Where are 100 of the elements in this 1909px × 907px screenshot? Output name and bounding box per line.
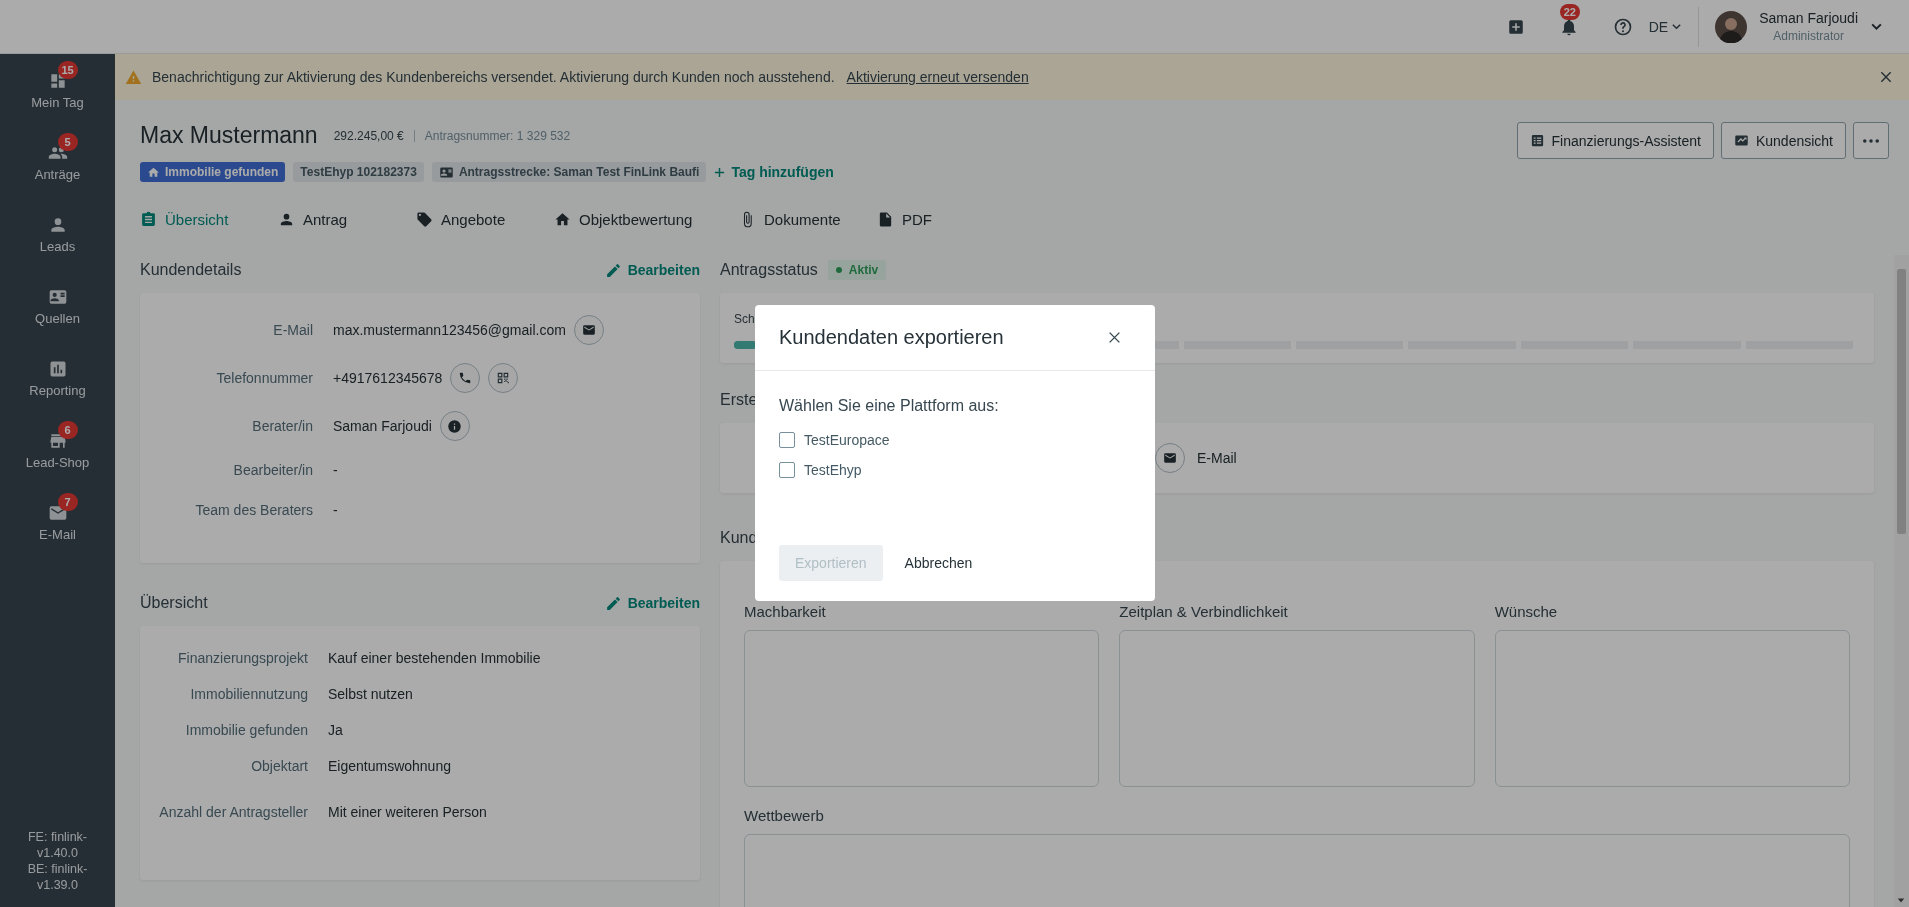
section-title: Übersicht	[140, 594, 208, 612]
house-icon	[554, 210, 571, 228]
tab[interactable]: Objektbewertung	[554, 210, 739, 228]
field-value: -	[333, 502, 338, 518]
edit-link[interactable]: Bearbeiten	[604, 261, 700, 279]
checkbox[interactable]	[779, 462, 795, 478]
sidebar-item[interactable]: 15 Mein Tag	[0, 54, 115, 126]
field-value: Mit einer weiteren Person	[328, 804, 487, 820]
checkbox[interactable]	[779, 432, 795, 448]
more-button[interactable]	[1853, 122, 1889, 159]
pencil-icon	[604, 261, 622, 279]
version-text: BE: finlink-v1.39.0	[26, 861, 89, 893]
field-label: Immobiliennutzung	[189, 684, 308, 704]
section-title: Antragsstatus	[720, 261, 818, 279]
table-icon	[1529, 133, 1545, 148]
field-value: Eigentumswohnung	[328, 758, 451, 774]
count-badge: 5	[57, 132, 78, 151]
document-icon	[877, 210, 894, 228]
sidebar-item[interactable]: Reporting	[0, 342, 115, 414]
email-button[interactable]	[573, 315, 604, 345]
chevron-down-icon	[1671, 21, 1683, 32]
sidebar-item[interactable]: 7 E-Mail	[0, 486, 115, 558]
field-value: Kauf einer bestehenden Immobilie	[328, 650, 541, 666]
header-button[interactable]: Kundensicht	[1720, 122, 1846, 159]
count-badge: 6	[57, 420, 78, 439]
phone-icon	[458, 371, 473, 385]
contact-channel: E-Mail	[1197, 450, 1237, 466]
qr-code-icon	[496, 371, 511, 385]
loan-amount: 292.245,00 €	[333, 128, 404, 143]
count-badge: 7	[57, 492, 78, 511]
house-icon	[147, 165, 160, 179]
tab[interactable]: Angebote	[416, 210, 554, 228]
call-button[interactable]	[450, 363, 481, 393]
status-badge: Aktiv	[827, 260, 887, 280]
edit-link[interactable]: Bearbeiten	[604, 594, 700, 612]
field-label: Bearbeiter/in	[232, 462, 313, 478]
tag: Antragsstrecke: Saman Test FinLink Baufi	[431, 162, 707, 182]
field-label: Team des Beraters	[194, 502, 313, 518]
dialog-prompt: Wählen Sie eine Plattform aus:	[779, 397, 1000, 415]
sidebar-item[interactable]: Quellen	[0, 270, 115, 342]
header-button[interactable]: Finanzierungs-Assistent	[1516, 122, 1714, 159]
field-label: E-Mail	[272, 322, 313, 338]
count-badge: 15	[57, 60, 78, 79]
trend-chart-icon	[1733, 133, 1749, 148]
field-label: Anzahl der Antragsteller	[158, 802, 308, 822]
application-number: Antragsnummer: 1 329 532	[424, 128, 571, 143]
field-label: Machbarkeit	[744, 603, 827, 620]
scrollbar[interactable]	[1894, 255, 1909, 907]
option-label: TestEhyp	[804, 462, 862, 478]
field-value: +4917612345678	[333, 370, 443, 386]
field-label: Immobilie gefunden	[184, 720, 308, 740]
add-icon[interactable]	[1506, 17, 1525, 36]
warning-icon	[125, 68, 142, 86]
resend-link[interactable]: Aktivierung erneut versenden	[846, 69, 1029, 85]
tab[interactable]: Dokumente	[739, 210, 877, 228]
close-icon[interactable]	[1108, 331, 1121, 344]
plus-icon	[714, 166, 726, 178]
scrollbar-thumb[interactable]	[1897, 269, 1906, 534]
scroll-down-arrow-icon[interactable]	[1897, 896, 1905, 904]
info-icon	[447, 418, 463, 434]
field-value: max.mustermann123456@gmail.com	[333, 322, 566, 338]
avatar[interactable]	[1715, 10, 1748, 43]
field-label: Wünsche	[1494, 603, 1559, 620]
cancel-button[interactable]: Abbrechen	[890, 545, 987, 581]
pencil-icon	[604, 594, 622, 612]
section-title: Kundendetails	[140, 261, 242, 279]
dialog-title: Kundendaten exportieren	[779, 326, 1004, 349]
language-selector[interactable]: DE	[1648, 18, 1683, 35]
tab[interactable]: PDF	[877, 210, 1015, 228]
option-label: TestEuropace	[804, 432, 890, 448]
field-label: Telefonnummer	[215, 370, 313, 386]
notification-badge: 22	[1559, 3, 1580, 20]
step-label: Sch	[734, 312, 755, 326]
user-role: Administrator	[1773, 29, 1844, 43]
qr-code-button[interactable]	[488, 363, 519, 393]
tag: TestEhyp 102182373	[293, 162, 424, 182]
sidebar-item[interactable]: 5 Anträge	[0, 126, 115, 198]
field-label: Berater/in	[251, 418, 313, 434]
customer-name: Max Mustermann	[140, 122, 318, 149]
sidebar-item[interactable]: 6 Lead-Shop	[0, 414, 115, 486]
tab[interactable]: Antrag	[278, 210, 416, 228]
add-tag-link[interactable]: Tag hinzufügen	[714, 164, 834, 180]
banner-message: Benachrichtigung zur Aktivierung des Kundenbereichs versendet. Aktivierung durch Kunden noch ausstehend.	[152, 69, 835, 85]
field-label: Wettbewerb	[744, 807, 825, 824]
field-value: Selbst nutzen	[328, 686, 413, 702]
info-button[interactable]	[439, 411, 470, 441]
section-title: Erste	[720, 391, 758, 409]
more-icon	[1863, 138, 1879, 143]
envelope-icon	[581, 323, 596, 337]
field-label: Zeitplan & Verbindlichkeit	[1119, 603, 1289, 620]
field-value: -	[333, 462, 338, 478]
sidebar-item[interactable]: Leads	[0, 198, 115, 270]
close-icon[interactable]	[1879, 70, 1893, 84]
clipboard-icon	[140, 210, 157, 228]
user-name: Saman Farjoudi	[1759, 10, 1858, 26]
tag-icon	[416, 210, 433, 228]
field-value: Ja	[328, 722, 343, 738]
tab[interactable]: Übersicht	[140, 210, 278, 228]
tag: Immobilie gefunden	[140, 162, 286, 182]
help-icon[interactable]	[1612, 16, 1633, 37]
